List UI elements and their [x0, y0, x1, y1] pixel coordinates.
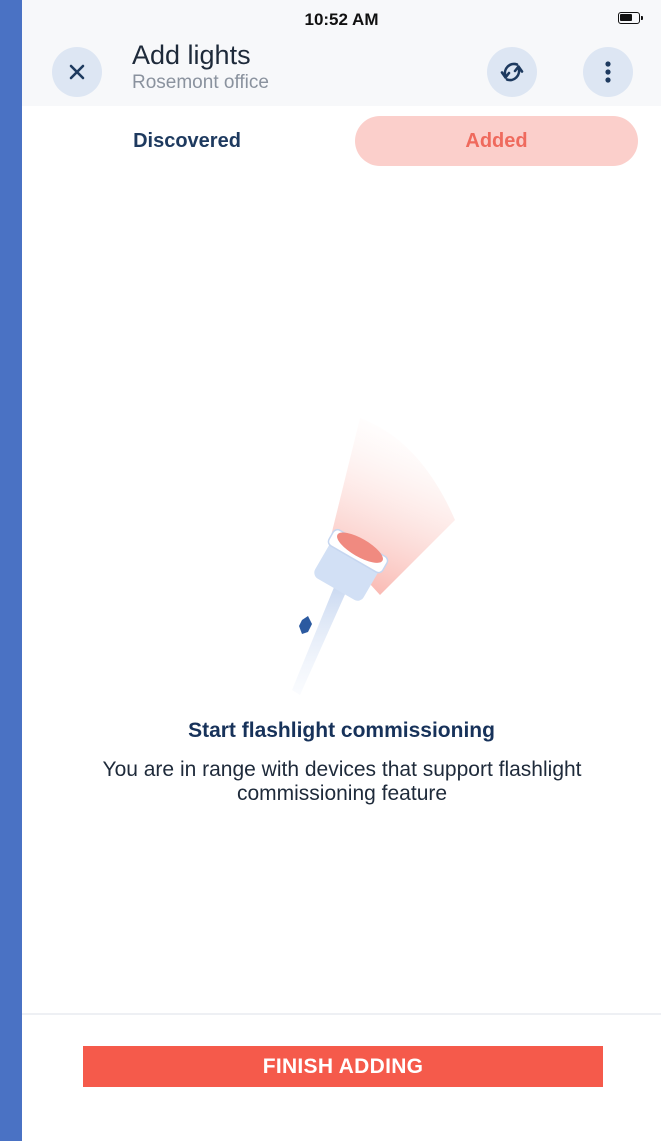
page-title: Add lights [132, 40, 251, 70]
more-vertical-icon [605, 61, 611, 83]
refresh-icon [500, 62, 524, 82]
empty-state-heading: Start flashlight commissioning [188, 719, 495, 742]
battery-icon [618, 12, 643, 24]
finish-adding-button[interactable]: FINISH ADDING [83, 1046, 603, 1087]
status-time: 10:52 AM [304, 10, 379, 29]
tab-discovered[interactable]: Discovered [92, 116, 282, 166]
flashlight-illustration [292, 418, 455, 695]
footer-divider [22, 1013, 661, 1015]
page-subtitle: Rosemont office [132, 72, 269, 93]
more-options-button[interactable] [583, 47, 633, 97]
tab-added[interactable]: Added [355, 116, 638, 166]
refresh-button[interactable] [487, 47, 537, 97]
close-icon [69, 64, 85, 80]
close-button[interactable] [52, 47, 102, 97]
app-screen: 10:52 AM Add lights Rosemont office Disc… [22, 0, 661, 1141]
empty-state-description: You are in range with devices that suppo… [102, 758, 582, 805]
